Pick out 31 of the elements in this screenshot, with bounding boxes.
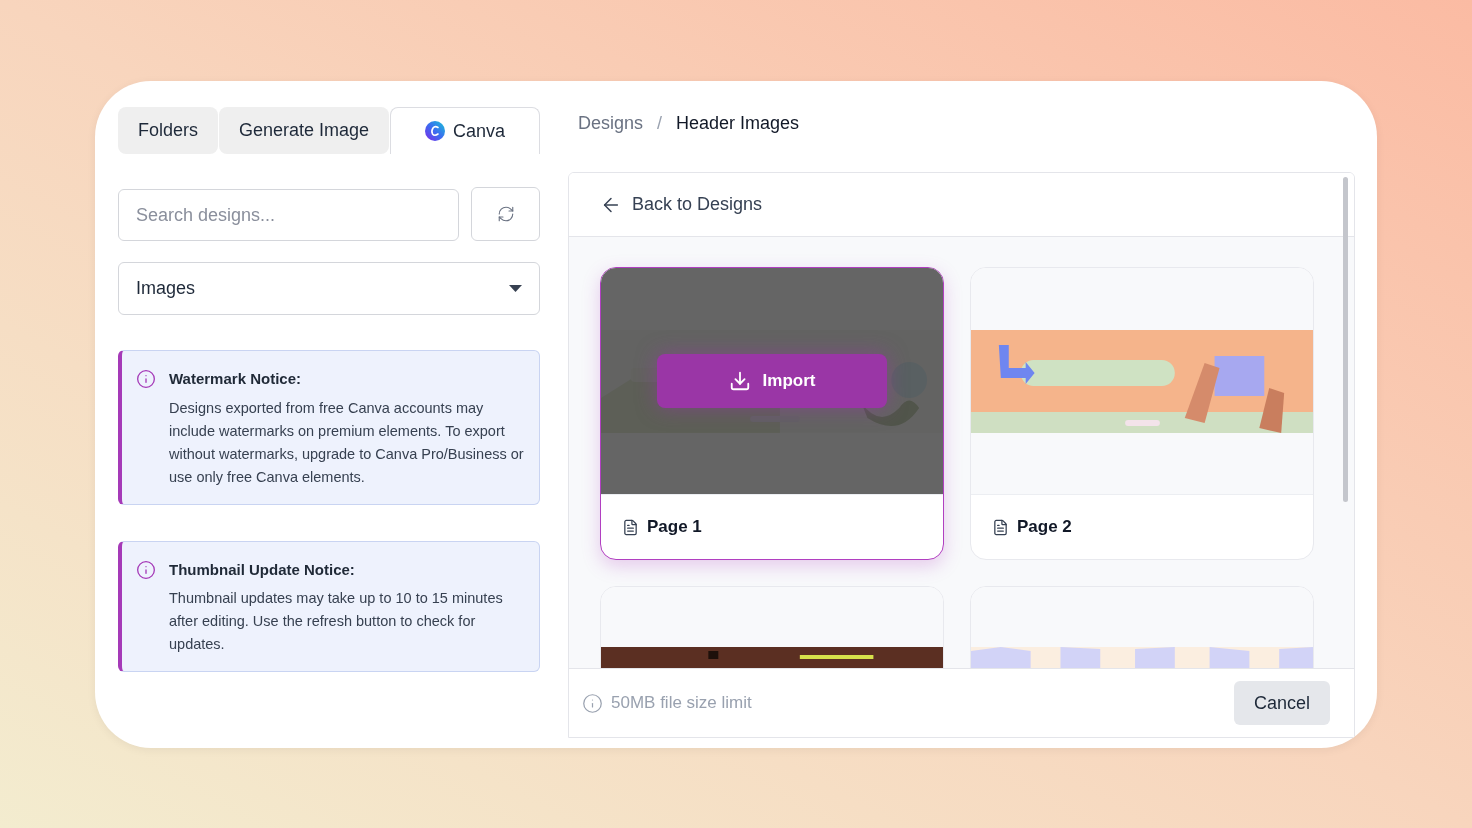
page-title: Page 2	[1017, 516, 1072, 539]
notice-title: Watermark Notice:	[169, 369, 302, 389]
page-title: Page 1	[647, 516, 702, 539]
info-icon	[582, 692, 603, 714]
notice-text: Thumbnail updates may take up to 10 to 15 minutes after editing. Use the refresh button to check for updates.	[169, 589, 504, 654]
download-icon	[728, 370, 751, 392]
design-card[interactable]: Page 2	[970, 267, 1314, 560]
breadcrumb-link[interactable]: Header Images	[676, 109, 800, 137]
cancel-button[interactable]: Cancel	[1234, 681, 1330, 725]
info-icon	[136, 369, 156, 389]
tab[interactable]: Folders	[118, 107, 219, 154]
refresh-icon	[496, 205, 515, 223]
type-dropdown[interactable]: Images	[118, 262, 540, 315]
scrollbar[interactable]	[1343, 177, 1348, 502]
tab[interactable]: Generate Image	[219, 107, 390, 154]
breadcrumb-link[interactable]: Designs	[578, 109, 644, 137]
file-limit-note: 50MB file size limit	[611, 692, 752, 715]
document-icon	[622, 518, 639, 536]
back-link[interactable]: Back to Designs	[600, 191, 763, 218]
canva-logo-icon	[425, 121, 446, 141]
import-button[interactable]: Import	[657, 354, 887, 408]
tab[interactable]: Canva	[390, 107, 540, 154]
design-card[interactable]: Import Page 1	[600, 267, 944, 560]
info-icon	[136, 559, 156, 580]
search-field[interactable]: Search designs...	[118, 189, 459, 241]
notice-title: Thumbnail Update Notice:	[169, 559, 356, 580]
dropdown-caret-icon	[509, 285, 522, 292]
notice-text: Designs exported from free Canva accounts may include watermarks on premium elements. To export without watermarks, upgrade to Canva Pro/Business or use only free Canva elements.	[169, 398, 525, 487]
breadcrumb-separator: /	[657, 111, 663, 135]
document-icon	[992, 518, 1009, 536]
refresh-button[interactable]	[471, 187, 540, 241]
